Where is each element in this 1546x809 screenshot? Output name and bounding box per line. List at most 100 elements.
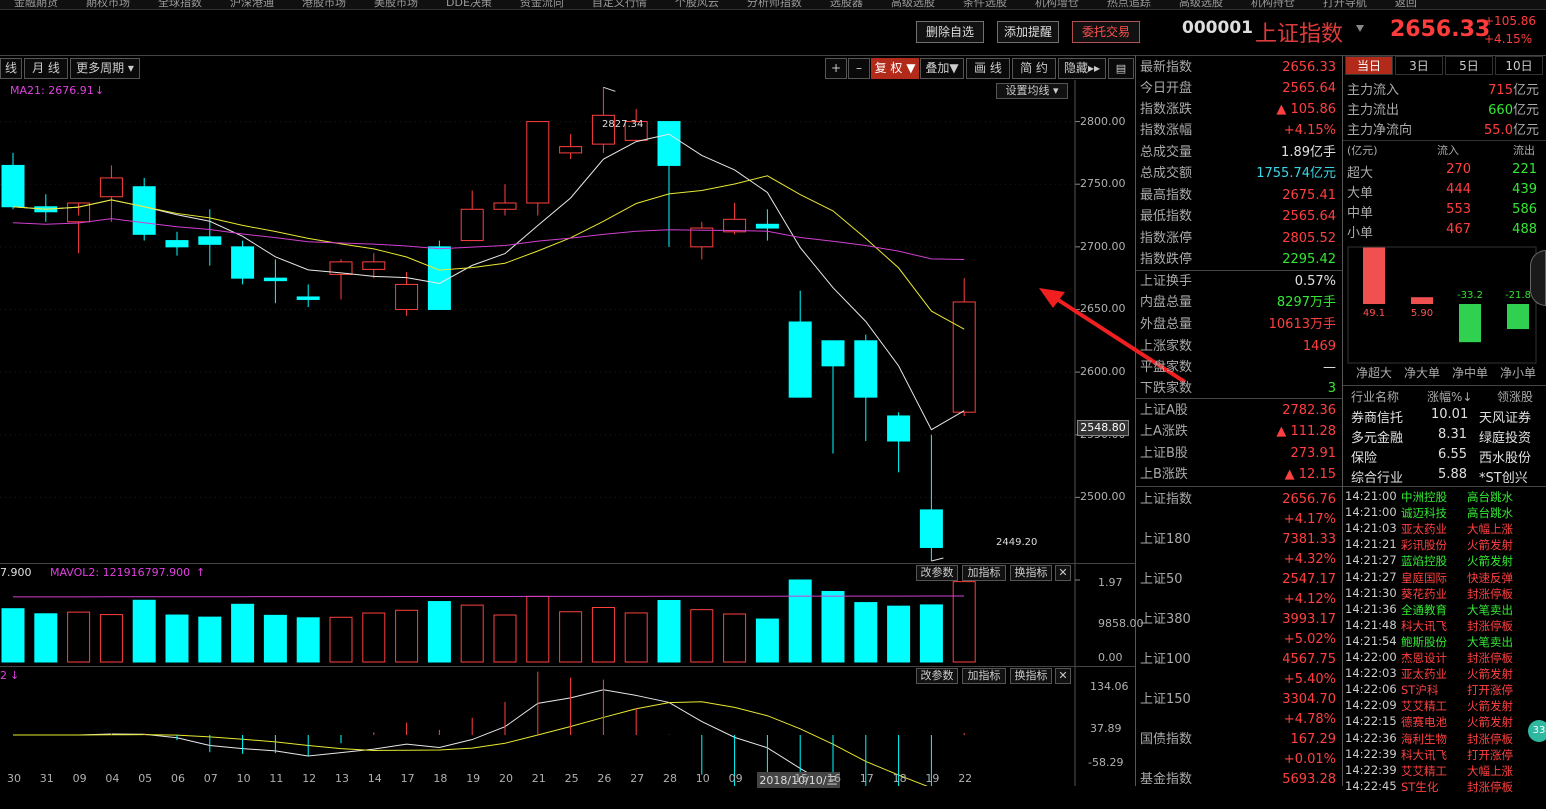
news-stock[interactable]: 诚迈科技 bbox=[1401, 505, 1447, 521]
macd-close-icon[interactable]: ✕ bbox=[1055, 668, 1071, 684]
news-row[interactable]: 14:22:09 艾艾精工 火箭发射 bbox=[1343, 698, 1546, 714]
menu-item[interactable]: 期权市场 bbox=[86, 0, 130, 8]
menu-item[interactable]: 资金流向 bbox=[520, 0, 564, 8]
news-row[interactable]: 14:22:00 杰恩设计 封涨停板 bbox=[1343, 650, 1546, 666]
news-stock[interactable]: 杰恩设计 bbox=[1401, 650, 1447, 666]
menu-item[interactable]: 打开导航 bbox=[1323, 0, 1367, 8]
news-stock[interactable]: 皇庭国际 bbox=[1401, 570, 1447, 586]
sector-col-pct[interactable]: 涨幅%↓ bbox=[1427, 388, 1472, 405]
menu-item[interactable]: 金融期货 bbox=[14, 0, 58, 8]
menu-item[interactable]: 分析师指数 bbox=[747, 0, 802, 8]
fund-tab[interactable]: 10日 bbox=[1495, 56, 1543, 75]
news-row[interactable]: 14:21:27 蓝焰控股 火箭发射 bbox=[1343, 553, 1546, 569]
news-row[interactable]: 14:22:06 ST沪科 打开涨停 bbox=[1343, 682, 1546, 698]
news-row[interactable]: 14:21:03 亚太药业 大幅上涨 bbox=[1343, 521, 1546, 537]
index-row[interactable]: 上证100 4567.75 +5.40% bbox=[1140, 649, 1338, 689]
sector-row[interactable]: 券商信托 10.01 天风证券 bbox=[1347, 407, 1539, 427]
vol-switch-indicator-button[interactable]: 换指标 bbox=[1010, 565, 1052, 581]
macd-switch-indicator-button[interactable]: 换指标 bbox=[1010, 668, 1052, 684]
sector-row[interactable]: 综合行业 5.88 *ST创兴 bbox=[1347, 467, 1539, 487]
news-row[interactable]: 14:22:15 德赛电池 火箭发射 bbox=[1343, 714, 1546, 730]
fund-tab[interactable]: 5日 bbox=[1445, 56, 1493, 75]
news-stock[interactable]: 中洲控股 bbox=[1401, 489, 1447, 505]
add-alert-button[interactable]: 添加提醒 bbox=[997, 21, 1059, 43]
vol-close-icon[interactable]: ✕ bbox=[1055, 565, 1071, 581]
menu-item[interactable]: 个股风云 bbox=[675, 0, 719, 8]
simple-mode-button[interactable]: 简 约 bbox=[1012, 58, 1056, 79]
index-row[interactable]: 上证指数 2656.76 +4.17% bbox=[1140, 489, 1338, 529]
news-stock[interactable]: 亚太药业 bbox=[1401, 666, 1447, 682]
news-stock[interactable]: 科大讯飞 bbox=[1401, 618, 1447, 634]
collapse-handle[interactable] bbox=[1530, 250, 1546, 306]
vol-edit-params-button[interactable]: 改参数 bbox=[916, 565, 958, 581]
menu-item[interactable]: 美股市场 bbox=[374, 0, 418, 8]
news-stock[interactable]: 鲍斯股份 bbox=[1401, 634, 1447, 650]
news-stock[interactable]: 亚太药业 bbox=[1401, 521, 1447, 537]
more-periods-dropdown[interactable]: 更多周期 ▾ bbox=[70, 58, 140, 79]
delete-watchlist-button[interactable]: 删除自选 bbox=[916, 21, 984, 43]
news-row[interactable]: 14:21:21 彩讯股份 火箭发射 bbox=[1343, 537, 1546, 553]
index-row[interactable]: 上证50 2547.17 +4.12% bbox=[1140, 569, 1338, 609]
news-row[interactable]: 14:21:30 葵花药业 封涨停板 bbox=[1343, 586, 1546, 602]
news-row[interactable]: 14:21:36 全通教育 大笔卖出 bbox=[1343, 602, 1546, 618]
news-stock[interactable]: 德赛电池 bbox=[1401, 714, 1447, 730]
menu-item[interactable]: 机构持仓 bbox=[1251, 0, 1295, 8]
hide-panel-button[interactable]: 隐藏▸▸ bbox=[1058, 58, 1106, 79]
menu-item[interactable]: 全球指数 bbox=[158, 0, 202, 8]
period-week-tab[interactable]: 线 bbox=[0, 58, 22, 79]
news-row[interactable]: 14:22:39 科大讯飞 打开涨停 bbox=[1343, 747, 1546, 763]
news-row[interactable]: 14:22:39 艾艾精工 大幅上涨 bbox=[1343, 763, 1546, 779]
news-stock[interactable]: 葵花药业 bbox=[1401, 586, 1447, 602]
sector-row[interactable]: 多元金融 8.31 绿庭投资 bbox=[1347, 427, 1539, 447]
news-stock[interactable]: ST沪科 bbox=[1401, 682, 1438, 698]
news-stock[interactable]: 艾艾精工 bbox=[1401, 698, 1447, 714]
news-stock[interactable]: 海利生物 bbox=[1401, 731, 1447, 747]
menu-item[interactable]: 高级选股 bbox=[1179, 0, 1223, 8]
overlay-dropdown[interactable]: 叠加▼ bbox=[920, 58, 964, 79]
dropdown-arrow-icon[interactable] bbox=[1355, 22, 1365, 36]
period-month-tab[interactable]: 月 线 bbox=[24, 58, 68, 79]
menu-item[interactable]: 港股市场 bbox=[302, 0, 346, 8]
fund-tab[interactable]: 3日 bbox=[1395, 56, 1443, 75]
draw-line-button[interactable]: 画 线 bbox=[966, 58, 1010, 79]
news-stock[interactable]: ST生化 bbox=[1401, 779, 1438, 795]
zoom-in-button[interactable]: + bbox=[825, 58, 847, 79]
news-stock[interactable]: 彩讯股份 bbox=[1401, 537, 1447, 553]
news-row[interactable]: 14:21:27 皇庭国际 快速反弹 bbox=[1343, 570, 1546, 586]
menu-item[interactable]: 热点追踪 bbox=[1107, 0, 1151, 8]
sector-row[interactable]: 保险 6.55 西水股份 bbox=[1347, 447, 1539, 467]
macd-add-indicator-button[interactable]: 加指标 bbox=[962, 668, 1006, 684]
vol-add-indicator-button[interactable]: 加指标 bbox=[962, 565, 1006, 581]
news-stock[interactable]: 蓝焰控股 bbox=[1401, 553, 1447, 569]
news-row[interactable]: 14:22:03 亚太药业 火箭发射 bbox=[1343, 666, 1546, 682]
index-row[interactable]: 上证380 3993.17 +5.02% bbox=[1140, 609, 1338, 649]
news-stock[interactable]: 艾艾精工 bbox=[1401, 763, 1447, 779]
news-row[interactable]: 14:21:48 科大讯飞 封涨停板 bbox=[1343, 618, 1546, 634]
index-row[interactable]: 基金指数 5693.28 bbox=[1140, 769, 1338, 809]
menu-item[interactable]: 高级选股 bbox=[891, 0, 935, 8]
news-row[interactable]: 14:21:00 中洲控股 高台跳水 bbox=[1343, 489, 1546, 505]
top-menu-bar[interactable]: 金融期货 期权市场 全球指数 沪深港通 港股市场 美股市场 DDE决策 资金流向 自定义行情 个股… bbox=[0, 0, 1546, 10]
news-stock[interactable]: 科大讯飞 bbox=[1401, 747, 1447, 763]
menu-item[interactable]: 机构增仓 bbox=[1035, 0, 1079, 8]
index-row[interactable]: 国债指数 167.29 +0.01% bbox=[1140, 729, 1338, 769]
menu-item[interactable]: 返回 bbox=[1395, 0, 1417, 8]
news-row[interactable]: 14:22:45 ST生化 封涨停板 bbox=[1343, 779, 1546, 795]
trade-button[interactable]: 委托交易 bbox=[1072, 21, 1140, 43]
macd-edit-params-button[interactable]: 改参数 bbox=[916, 668, 958, 684]
news-row[interactable]: 14:21:00 诚迈科技 高台跳水 bbox=[1343, 505, 1546, 521]
news-stock[interactable]: 全通教育 bbox=[1401, 602, 1447, 618]
fuquan-dropdown[interactable]: 复 权 ▼ bbox=[871, 58, 919, 79]
menu-item[interactable]: 选股器 bbox=[830, 0, 863, 8]
news-row[interactable]: 14:22:36 海利生物 封涨停板 bbox=[1343, 731, 1546, 747]
index-row[interactable]: 上证150 3304.70 +4.78% bbox=[1140, 689, 1338, 729]
menu-item[interactable]: 条件选股 bbox=[963, 0, 1007, 8]
zoom-out-button[interactable]: – bbox=[848, 58, 870, 79]
index-row[interactable]: 上证180 7381.33 +4.32% bbox=[1140, 529, 1338, 569]
fund-tab[interactable]: 当日 bbox=[1345, 56, 1393, 75]
menu-item[interactable]: DDE决策 bbox=[446, 0, 492, 8]
menu-item[interactable]: 沪深港通 bbox=[230, 0, 274, 8]
news-row[interactable]: 14:21:54 鲍斯股份 大笔卖出 bbox=[1343, 634, 1546, 650]
layout-icon[interactable]: ▤ bbox=[1108, 58, 1134, 79]
menu-item[interactable]: 自定义行情 bbox=[592, 0, 647, 8]
